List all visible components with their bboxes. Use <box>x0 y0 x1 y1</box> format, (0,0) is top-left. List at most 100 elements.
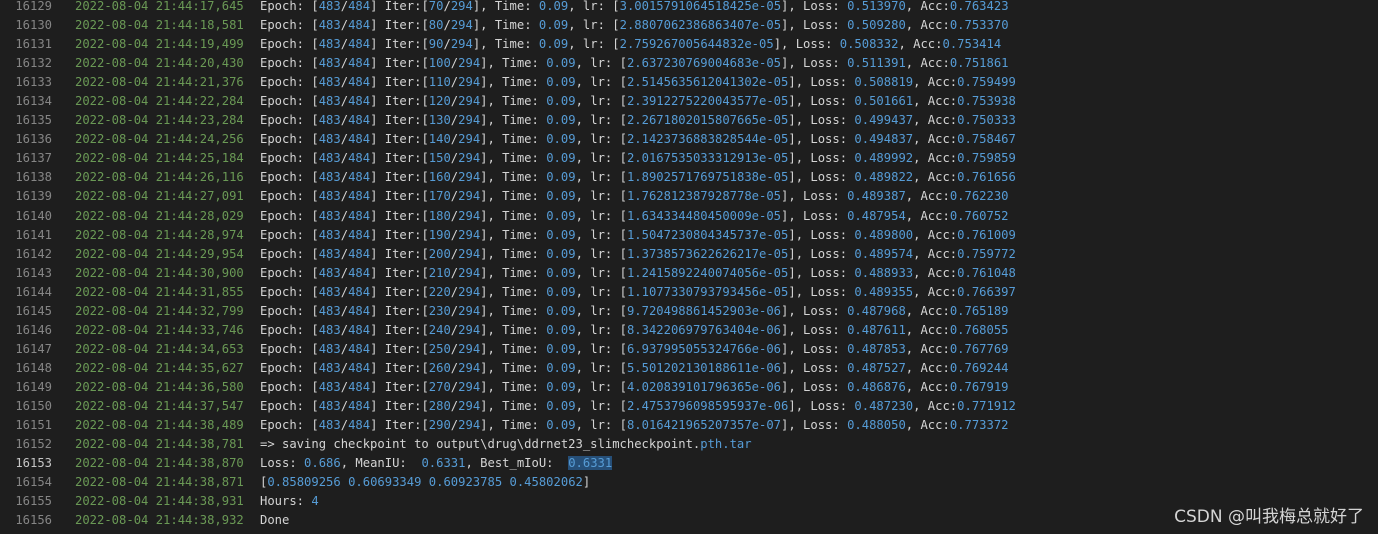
log-message: => saving checkpoint to output\drug\ddrn… <box>260 437 752 452</box>
log-line: 16154 2022-08-04 21:44:38,871 [0.85809256 … <box>0 473 1378 492</box>
log-timestamp: 2022-08-04 21:44:17,645 <box>75 0 244 13</box>
log-timestamp: 2022-08-04 21:44:28,974 <box>75 227 244 242</box>
log-timestamp: 2022-08-04 21:44:34,653 <box>75 341 244 356</box>
log-message: Epoch: [483/484] Iter:[120/294], Time: 0… <box>260 94 1016 109</box>
line-number: 16147 <box>15 341 52 356</box>
log-timestamp: 2022-08-04 21:44:24,256 <box>75 132 244 147</box>
log-timestamp: 2022-08-04 21:44:38,781 <box>75 437 244 452</box>
log-message: Epoch: [483/484] Iter:[250/294], Time: 0… <box>260 341 1009 356</box>
log-line: 16137 2022-08-04 21:44:25,184 Epoch: [483/… <box>0 149 1378 168</box>
log-line: 16147 2022-08-04 21:44:34,653 Epoch: [483/… <box>0 340 1378 359</box>
log-message: Epoch: [483/484] Iter:[180/294], Time: 0… <box>260 208 1009 223</box>
line-number: 16136 <box>15 132 52 147</box>
log-message: Epoch: [483/484] Iter:[170/294], Time: 0… <box>260 189 1009 204</box>
log-timestamp: 2022-08-04 21:44:32,799 <box>75 303 244 318</box>
line-number: 16146 <box>15 322 52 337</box>
log-message: Epoch: [483/484] Iter:[190/294], Time: 0… <box>260 227 1016 242</box>
log-timestamp: 2022-08-04 21:44:36,580 <box>75 379 244 394</box>
log-message: Epoch: [483/484] Iter:[290/294], Time: 0… <box>260 418 1009 433</box>
line-number: 16153 <box>15 456 52 471</box>
log-message: Epoch: [483/484] Iter:[230/294], Time: 0… <box>260 303 1009 318</box>
log-timestamp: 2022-08-04 21:44:19,499 <box>75 37 244 52</box>
log-line: 16155 2022-08-04 21:44:38,931 Hours: 4 <box>0 492 1378 511</box>
log-timestamp: 2022-08-04 21:44:35,627 <box>75 360 244 375</box>
line-number: 16148 <box>15 360 52 375</box>
log-message: Hours: 4 <box>260 494 319 509</box>
log-timestamp: 2022-08-04 21:44:37,547 <box>75 398 244 413</box>
log-message: Epoch: [483/484] Iter:[240/294], Time: 0… <box>260 322 1009 337</box>
log-line: 16152 2022-08-04 21:44:38,781 => saving ch… <box>0 435 1378 454</box>
line-number: 16135 <box>15 113 52 128</box>
log-message: Epoch: [483/484] Iter:[220/294], Time: 0… <box>260 284 1016 299</box>
line-number: 16133 <box>15 75 52 90</box>
log-message: Loss: 0.686, MeanIU: 0.6331, Best_mIoU: … <box>260 456 613 471</box>
log-timestamp: 2022-08-04 21:44:26,116 <box>75 170 244 185</box>
line-number: 16132 <box>15 56 52 71</box>
log-timestamp: 2022-08-04 21:44:28,029 <box>75 208 244 223</box>
line-number: 16143 <box>15 265 52 280</box>
log-line: 16135 2022-08-04 21:44:23,284 Epoch: [483/… <box>0 111 1378 130</box>
log-message: Epoch: [483/484] Iter:[280/294], Time: 0… <box>260 398 1016 413</box>
log-timestamp: 2022-08-04 21:44:31,855 <box>75 284 244 299</box>
log-output[interactable]: 16129 2022-08-04 21:44:17,645 Epoch: [483/… <box>0 0 1378 530</box>
log-message: Epoch: [483/484] Iter:[100/294], Time: 0… <box>260 56 1009 71</box>
log-message: Epoch: [483/484] Iter:[200/294], Time: 0… <box>260 246 1016 261</box>
line-number: 16142 <box>15 246 52 261</box>
log-message: Epoch: [483/484] Iter:[140/294], Time: 0… <box>260 132 1016 147</box>
log-line: 16129 2022-08-04 21:44:17,645 Epoch: [483/… <box>0 0 1378 16</box>
log-message: Epoch: [483/484] Iter:[210/294], Time: 0… <box>260 265 1016 280</box>
line-number: 16139 <box>15 189 52 204</box>
log-timestamp: 2022-08-04 21:44:38,870 <box>75 456 244 471</box>
line-number: 16154 <box>15 475 52 490</box>
log-line: 16146 2022-08-04 21:44:33,746 Epoch: [483/… <box>0 321 1378 340</box>
log-line: 16130 2022-08-04 21:44:18,581 Epoch: [483/… <box>0 16 1378 35</box>
log-timestamp: 2022-08-04 21:44:38,932 <box>75 513 244 528</box>
log-line: 16150 2022-08-04 21:44:37,547 Epoch: [483/… <box>0 397 1378 416</box>
log-line: 16132 2022-08-04 21:44:20,430 Epoch: [483/… <box>0 54 1378 73</box>
line-number: 16152 <box>15 437 52 452</box>
log-timestamp: 2022-08-04 21:44:22,284 <box>75 94 244 109</box>
log-message: Epoch: [483/484] Iter:[160/294], Time: 0… <box>260 170 1016 185</box>
log-line: 16148 2022-08-04 21:44:35,627 Epoch: [483/… <box>0 359 1378 378</box>
log-message: Epoch: [483/484] Iter:[130/294], Time: 0… <box>260 113 1016 128</box>
line-number: 16155 <box>15 494 52 509</box>
log-line: 16145 2022-08-04 21:44:32,799 Epoch: [483/… <box>0 302 1378 321</box>
log-timestamp: 2022-08-04 21:44:20,430 <box>75 56 244 71</box>
log-timestamp: 2022-08-04 21:44:38,931 <box>75 494 244 509</box>
line-number: 16129 <box>15 0 52 13</box>
log-timestamp: 2022-08-04 21:44:38,489 <box>75 418 244 433</box>
log-line: 16143 2022-08-04 21:44:30,900 Epoch: [483/… <box>0 264 1378 283</box>
log-line: 16141 2022-08-04 21:44:28,974 Epoch: [483/… <box>0 226 1378 245</box>
log-line: 16140 2022-08-04 21:44:28,029 Epoch: [483/… <box>0 207 1378 226</box>
line-number: 16156 <box>15 513 52 528</box>
log-timestamp: 2022-08-04 21:44:18,581 <box>75 18 244 33</box>
line-number: 16138 <box>15 170 52 185</box>
log-line: 16139 2022-08-04 21:44:27,091 Epoch: [483/… <box>0 187 1378 206</box>
log-message: Done <box>260 513 290 528</box>
line-number: 16137 <box>15 151 52 166</box>
log-line: 16138 2022-08-04 21:44:26,116 Epoch: [483/… <box>0 168 1378 187</box>
log-line: 16144 2022-08-04 21:44:31,855 Epoch: [483/… <box>0 283 1378 302</box>
log-line: 16156 2022-08-04 21:44:38,932 Done <box>0 511 1378 530</box>
log-timestamp: 2022-08-04 21:44:27,091 <box>75 189 244 204</box>
log-message: Epoch: [483/484] Iter:[90/294], Time: 0.… <box>260 37 1002 52</box>
line-number: 16141 <box>15 227 52 242</box>
line-number: 16130 <box>15 18 52 33</box>
log-line: 16133 2022-08-04 21:44:21,376 Epoch: [483/… <box>0 73 1378 92</box>
log-message: [0.85809256 0.60693349 0.60923785 0.4580… <box>260 475 591 490</box>
log-line: 16136 2022-08-04 21:44:24,256 Epoch: [483/… <box>0 130 1378 149</box>
log-timestamp: 2022-08-04 21:44:33,746 <box>75 322 244 337</box>
log-line: 16153 2022-08-04 21:44:38,870 Loss: 0.686,… <box>0 454 1378 473</box>
line-number: 16150 <box>15 398 52 413</box>
line-number: 16144 <box>15 284 52 299</box>
log-timestamp: 2022-08-04 21:44:21,376 <box>75 75 244 90</box>
log-message: Epoch: [483/484] Iter:[260/294], Time: 0… <box>260 360 1009 375</box>
log-message: Epoch: [483/484] Iter:[150/294], Time: 0… <box>260 151 1016 166</box>
line-number: 16149 <box>15 379 52 394</box>
log-timestamp: 2022-08-04 21:44:23,284 <box>75 113 244 128</box>
log-message: Epoch: [483/484] Iter:[110/294], Time: 0… <box>260 75 1016 90</box>
log-line: 16151 2022-08-04 21:44:38,489 Epoch: [483/… <box>0 416 1378 435</box>
line-number: 16134 <box>15 94 52 109</box>
log-line: 16134 2022-08-04 21:44:22,284 Epoch: [483/… <box>0 92 1378 111</box>
log-timestamp: 2022-08-04 21:44:30,900 <box>75 265 244 280</box>
